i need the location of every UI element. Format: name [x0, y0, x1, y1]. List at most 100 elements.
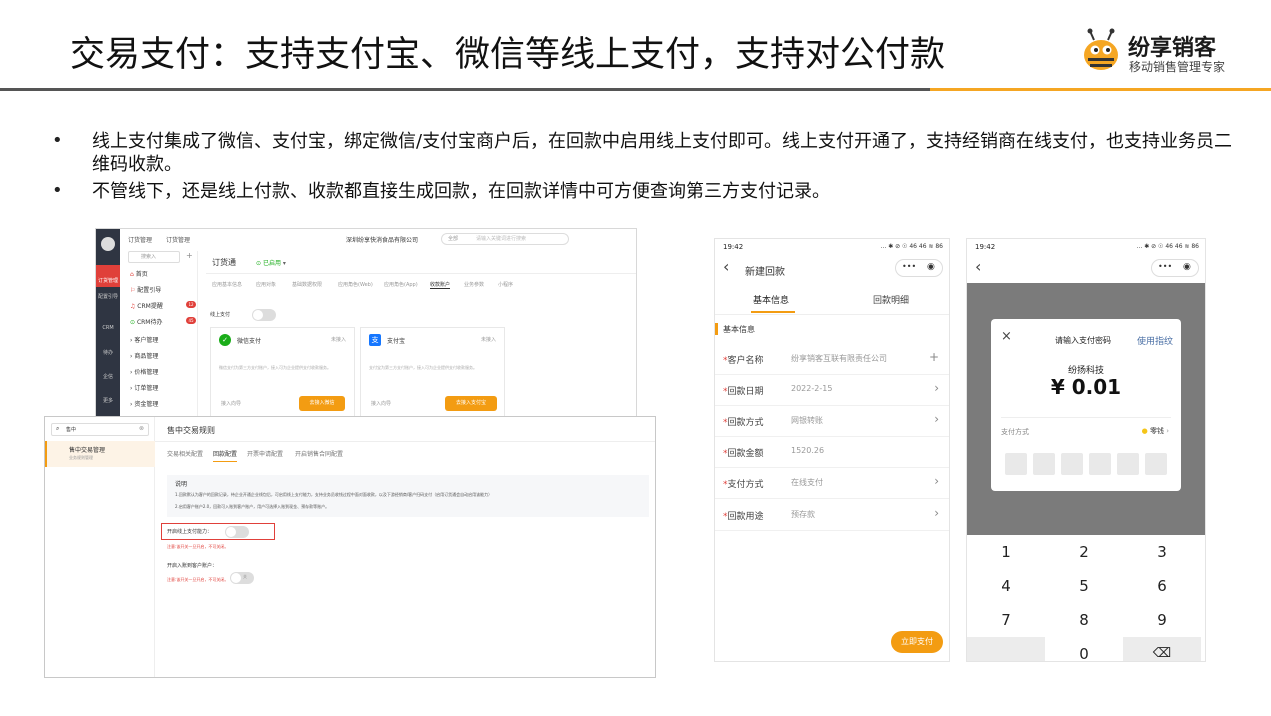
form-row-date[interactable]: *回款日期 2022-2-15 ›: [715, 374, 949, 406]
sub-tab[interactable]: 应用角色(App): [384, 281, 418, 288]
key-3[interactable]: 3: [1123, 535, 1201, 569]
app-title: 订货通: [212, 258, 236, 267]
app-status[interactable]: ⊙ 已启用 ▾: [256, 258, 286, 267]
online-pay-toggle[interactable]: [252, 309, 276, 321]
menu-item[interactable]: ⌂ 首页: [130, 269, 148, 278]
form-row-amount[interactable]: *回款金额 1520.26: [715, 436, 949, 468]
key-4[interactable]: 4: [967, 569, 1045, 603]
form-row-pay-method[interactable]: *支付方式 在线支付 ›: [715, 467, 949, 499]
key-8[interactable]: 8: [1045, 603, 1123, 637]
global-search[interactable]: 全部 请输入关键词进行搜索: [441, 233, 569, 245]
rules-tab[interactable]: 开票申请配置: [247, 449, 283, 458]
menu-item[interactable]: ⚐ 配置引导: [130, 285, 161, 294]
menu-item[interactable]: ♫ CRM提醒: [130, 301, 163, 310]
card-title: 微信支付: [237, 338, 262, 345]
sub-tab-active[interactable]: 收款账户: [430, 281, 451, 289]
mini-program-capsule[interactable]: ••• ◉: [1151, 259, 1199, 277]
rules-tab-active[interactable]: 回款配置: [213, 449, 238, 462]
sub-tabs: 应用基本信息 应用对象 基础数据权限 应用角色(Web) 应用角色(App) 收…: [212, 281, 632, 293]
tab-basic-info[interactable]: 基本信息: [753, 293, 789, 306]
sub-tab[interactable]: 小程序: [498, 281, 513, 288]
mobile-pay-password: 19:42 ... ✱ ⊘ ☉ 46 46 ≋ 86 ‹ ••• ◉ × 请输入…: [966, 238, 1206, 662]
online-pay-ability-toggle[interactable]: [225, 526, 249, 538]
more-icon[interactable]: •••: [1158, 262, 1172, 271]
rules-screenshot: ⌕ 售中 ⊗ 售中交易管理 业务规则管理 售中交易规则 交易相关配置 回款配置 …: [44, 416, 656, 678]
side-nav-more[interactable]: 更多: [96, 397, 120, 404]
form-row-method[interactable]: *回款方式 网银转账 ›: [715, 405, 949, 437]
key-9[interactable]: 9: [1123, 603, 1201, 637]
sub-tab[interactable]: 业务参数: [464, 281, 484, 288]
bullet-marker: •: [52, 130, 63, 151]
form-row-customer[interactable]: *客户名称 纷享销客互联有限责任公司 +: [715, 343, 949, 375]
sub-tab[interactable]: 应用角色(Web): [338, 281, 373, 288]
avatar[interactable]: [101, 237, 115, 251]
side-nav-chat[interactable]: 企信: [96, 373, 120, 380]
customer-account-toggle[interactable]: 关: [230, 572, 254, 584]
rules-search-input[interactable]: ⌕ 售中 ⊗: [51, 423, 149, 436]
clear-icon[interactable]: ⊗: [139, 425, 144, 432]
card-status: 未接入: [330, 337, 346, 343]
chevron-right-icon: ›: [934, 506, 939, 520]
pin-boxes[interactable]: [1005, 453, 1167, 475]
menu-item[interactable]: › 资金管理: [130, 399, 158, 408]
more-icon[interactable]: •••: [902, 262, 916, 271]
section-title: 基本信息: [723, 325, 755, 334]
connect-wechat-button[interactable]: 去接入微信: [299, 396, 345, 411]
backspace-icon[interactable]: ⌫: [1123, 637, 1201, 661]
key-6[interactable]: 6: [1123, 569, 1201, 603]
back-icon[interactable]: ‹: [975, 257, 981, 276]
key-0[interactable]: 0: [1045, 637, 1123, 661]
pay-method-label: 支付方式: [1001, 428, 1029, 436]
title-divider: [0, 88, 930, 91]
bullet-text: 线上支付集成了微信、支付宝，绑定微信/支付宝商户后，在回款中启用线上支付即可。线…: [92, 131, 1233, 175]
pay-now-button[interactable]: 立即支付: [891, 631, 943, 653]
key-1[interactable]: 1: [967, 535, 1045, 569]
menu-item[interactable]: › 订单管理: [130, 383, 158, 392]
company-name: 深圳纷享快消食品有限公司: [346, 237, 419, 244]
side-nav-todo[interactable]: 待办: [96, 349, 120, 356]
mini-program-capsule[interactable]: ••• ◉: [895, 259, 943, 277]
pin-box: [1117, 453, 1139, 475]
menu-item[interactable]: › 客户管理: [130, 335, 158, 344]
add-icon[interactable]: +: [186, 251, 193, 260]
menu-item[interactable]: ⊙ CRM待办: [130, 317, 162, 326]
badge: 45: [186, 317, 196, 324]
side-nav-order[interactable]: 订货管理: [96, 265, 120, 287]
card-guide-link[interactable]: 接入向导: [221, 400, 241, 407]
title-divider-accent: [930, 88, 1271, 91]
use-fingerprint-link[interactable]: 使用指纹: [1137, 334, 1173, 347]
card-guide-link[interactable]: 接入向导: [371, 400, 391, 407]
rules-tab[interactable]: 交易相关配置: [167, 449, 203, 458]
divider: [206, 273, 636, 274]
menu-item[interactable]: › 价格管理: [130, 367, 158, 376]
menu-item[interactable]: › 商品管理: [130, 351, 158, 360]
pay-method-value[interactable]: ● 零钱 ›: [1142, 426, 1169, 436]
sub-tab[interactable]: 应用基本信息: [212, 281, 242, 288]
sub-tab[interactable]: 基础数据权限: [292, 281, 322, 288]
key-2[interactable]: 2: [1045, 535, 1123, 569]
top-tab[interactable]: 订货管理: [166, 235, 190, 244]
form-row-purpose[interactable]: *回款用途 预存款 ›: [715, 499, 949, 531]
close-target-icon[interactable]: ◉: [927, 262, 935, 272]
back-icon[interactable]: ‹: [723, 257, 729, 276]
rules-side-item-active[interactable]: 售中交易管理 业务规则管理: [45, 441, 155, 467]
key-5[interactable]: 5: [1045, 569, 1123, 603]
search-icon: ⌕: [56, 425, 60, 432]
sub-tab[interactable]: 应用对象: [256, 281, 276, 288]
status-icons: ... ✱ ⊘ ☉ 46 46 ≋ 86: [880, 243, 943, 250]
connect-alipay-button[interactable]: 去接入支付宝: [445, 396, 497, 411]
side-nav-crm[interactable]: CRM: [96, 325, 120, 331]
key-7[interactable]: 7: [967, 603, 1045, 637]
key-blank: [967, 637, 1045, 661]
close-icon[interactable]: ×: [1001, 329, 1012, 344]
close-target-icon[interactable]: ◉: [1183, 262, 1191, 272]
menu-search-input[interactable]: 搜索入: [128, 251, 180, 263]
online-pay-label: 线上支付: [210, 312, 231, 318]
mobile-new-payment: 19:42 ... ✱ ⊘ ☉ 46 46 ≋ 86 ‹ 新建回款 ••• ◉ …: [714, 238, 950, 662]
alipay-card: 支 支付宝 未接入 支付宝为第三方支付账户，接入可为企业提供支付收款服务。 接入…: [360, 327, 505, 417]
tab-payment-detail[interactable]: 回款明细: [873, 293, 909, 306]
top-tab[interactable]: 订货管理: [128, 235, 152, 244]
dialog-title: 请输入支付密码: [1055, 336, 1111, 345]
rules-tab[interactable]: 开启销售合同配置: [295, 449, 343, 458]
side-nav-guide[interactable]: 配置引导: [96, 293, 120, 300]
